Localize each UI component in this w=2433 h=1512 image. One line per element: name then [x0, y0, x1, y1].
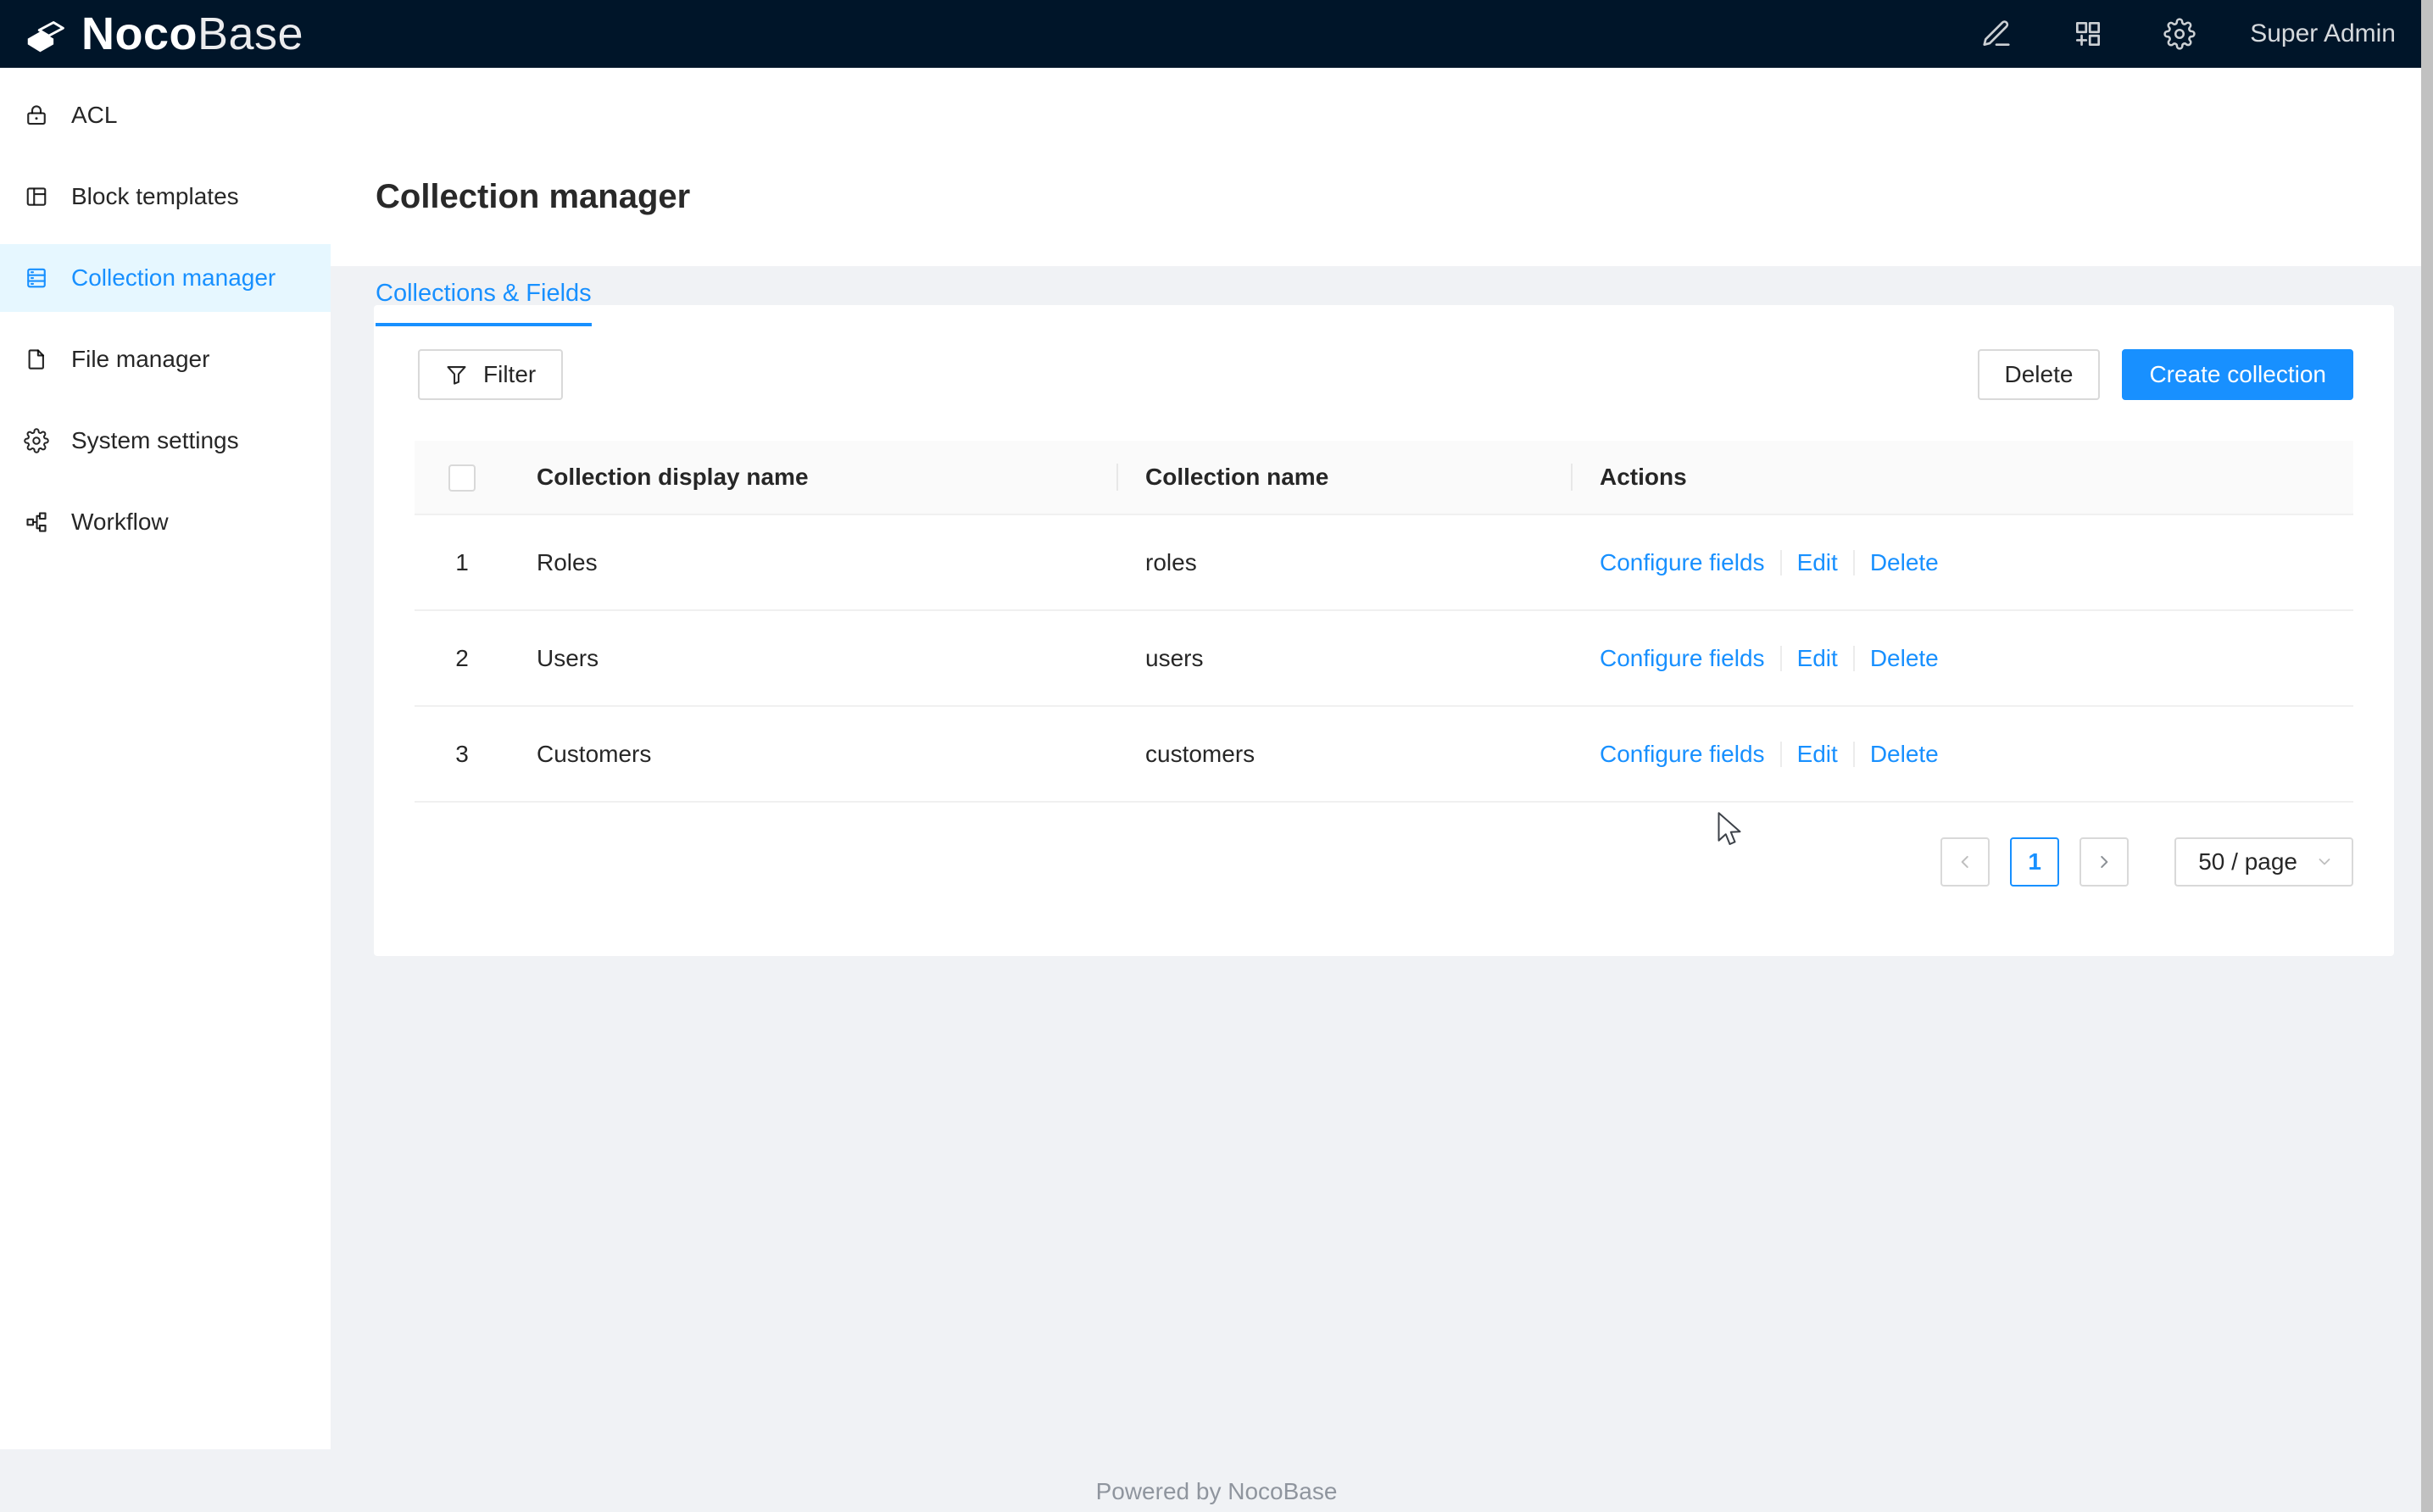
chevron-down-icon [2316, 853, 2333, 870]
cell-name: roles [1118, 549, 1573, 576]
row-index: 2 [415, 645, 509, 672]
cell-display-name: Customers [509, 741, 1118, 768]
page-title: Collection manager [376, 178, 690, 216]
action-divider [1853, 550, 1855, 575]
configure-fields-link[interactable]: Configure fields [1600, 549, 1765, 576]
database-icon [24, 265, 49, 291]
nocobase-logo[interactable]: NocoBase [22, 8, 303, 60]
delete-button[interactable]: Delete [1978, 349, 2101, 400]
sidebar-item-collection-manager[interactable]: Collection manager [0, 244, 331, 312]
app-title: NocoBase [81, 8, 303, 60]
cell-name: customers [1118, 741, 1573, 768]
sidebar-item-workflow[interactable]: Workflow [0, 488, 331, 556]
collections-card: Filter Delete Create collection Collecti… [374, 305, 2394, 956]
settings-icon[interactable] [2163, 18, 2196, 50]
collections-table: Collection display name Collection name … [415, 441, 2353, 803]
sidebar-item-acl[interactable]: ACL [0, 81, 331, 149]
cell-display-name: Roles [509, 549, 1118, 576]
pagination: 1 50 / page [1940, 837, 2353, 887]
table-row: 3 Customers customers Configure fields E… [415, 707, 2353, 803]
cell-display-name: Users [509, 645, 1118, 672]
edit-link[interactable]: Edit [1797, 549, 1838, 576]
pagination-next-button[interactable] [2079, 837, 2129, 887]
delete-link[interactable]: Delete [1870, 549, 1939, 576]
create-collection-button[interactable]: Create collection [2122, 349, 2353, 400]
configure-fields-link[interactable]: Configure fields [1600, 741, 1765, 768]
sidebar-item-system-settings[interactable]: System settings [0, 407, 331, 475]
file-icon [24, 347, 49, 372]
delete-link[interactable]: Delete [1870, 645, 1939, 672]
table-row: 2 Users users Configure fields Edit Dele… [415, 611, 2353, 707]
row-index: 3 [415, 741, 509, 768]
sidebar: ACL Block templates Collection manager F… [0, 68, 331, 1449]
pagination-page-1[interactable]: 1 [2010, 837, 2059, 887]
sidebar-item-label: Block templates [71, 183, 239, 210]
sidebar-item-label: File manager [71, 346, 209, 373]
table-row: 1 Roles roles Configure fields Edit Dele… [415, 515, 2353, 611]
gear-icon [24, 428, 49, 453]
lock-icon [24, 103, 49, 128]
sidebar-item-label: Workflow [71, 509, 169, 536]
nocobase-logo-icon [22, 11, 68, 57]
powered-by-footer: Powered by NocoBase [0, 1478, 2433, 1505]
action-divider [1780, 742, 1782, 767]
sidebar-item-block-templates[interactable]: Block templates [0, 163, 331, 231]
vertical-scrollbar[interactable] [2421, 0, 2433, 1512]
action-divider [1780, 550, 1782, 575]
row-index: 1 [415, 549, 509, 576]
action-divider [1780, 646, 1782, 671]
select-all-checkbox[interactable] [448, 464, 476, 492]
column-header-name: Collection name [1118, 464, 1573, 491]
edit-link[interactable]: Edit [1797, 645, 1838, 672]
workflow-icon [24, 509, 49, 535]
sidebar-item-label: Collection manager [71, 264, 276, 292]
action-divider [1853, 646, 1855, 671]
sidebar-item-file-manager[interactable]: File manager [0, 325, 331, 393]
chevron-left-icon [1956, 853, 1974, 871]
user-menu[interactable]: Super Admin [2250, 19, 2396, 48]
tab-collections-and-fields[interactable]: Collections & Fields [376, 280, 592, 326]
page-header: Collection manager Collections & Fields [331, 68, 2433, 266]
appstore-add-icon[interactable] [2072, 18, 2104, 50]
column-header-display-name: Collection display name [509, 464, 1118, 491]
filter-funnel-icon [445, 364, 468, 386]
highlighter-icon[interactable] [1980, 18, 2013, 50]
sidebar-item-label: System settings [71, 427, 239, 454]
table-header-row: Collection display name Collection name … [415, 441, 2353, 515]
configure-fields-link[interactable]: Configure fields [1600, 645, 1765, 672]
column-header-actions: Actions [1573, 464, 2353, 491]
edit-link[interactable]: Edit [1797, 741, 1838, 768]
sidebar-item-label: ACL [71, 102, 117, 129]
chevron-right-icon [2095, 853, 2113, 871]
pagination-prev-button[interactable] [1940, 837, 1990, 887]
cell-name: users [1118, 645, 1573, 672]
layout-icon [24, 184, 49, 209]
page-size-select[interactable]: 50 / page [2174, 837, 2353, 887]
top-navigation-bar: NocoBase Super Admin [0, 0, 2433, 68]
action-divider [1853, 742, 1855, 767]
delete-link[interactable]: Delete [1870, 741, 1939, 768]
filter-button[interactable]: Filter [418, 349, 563, 400]
